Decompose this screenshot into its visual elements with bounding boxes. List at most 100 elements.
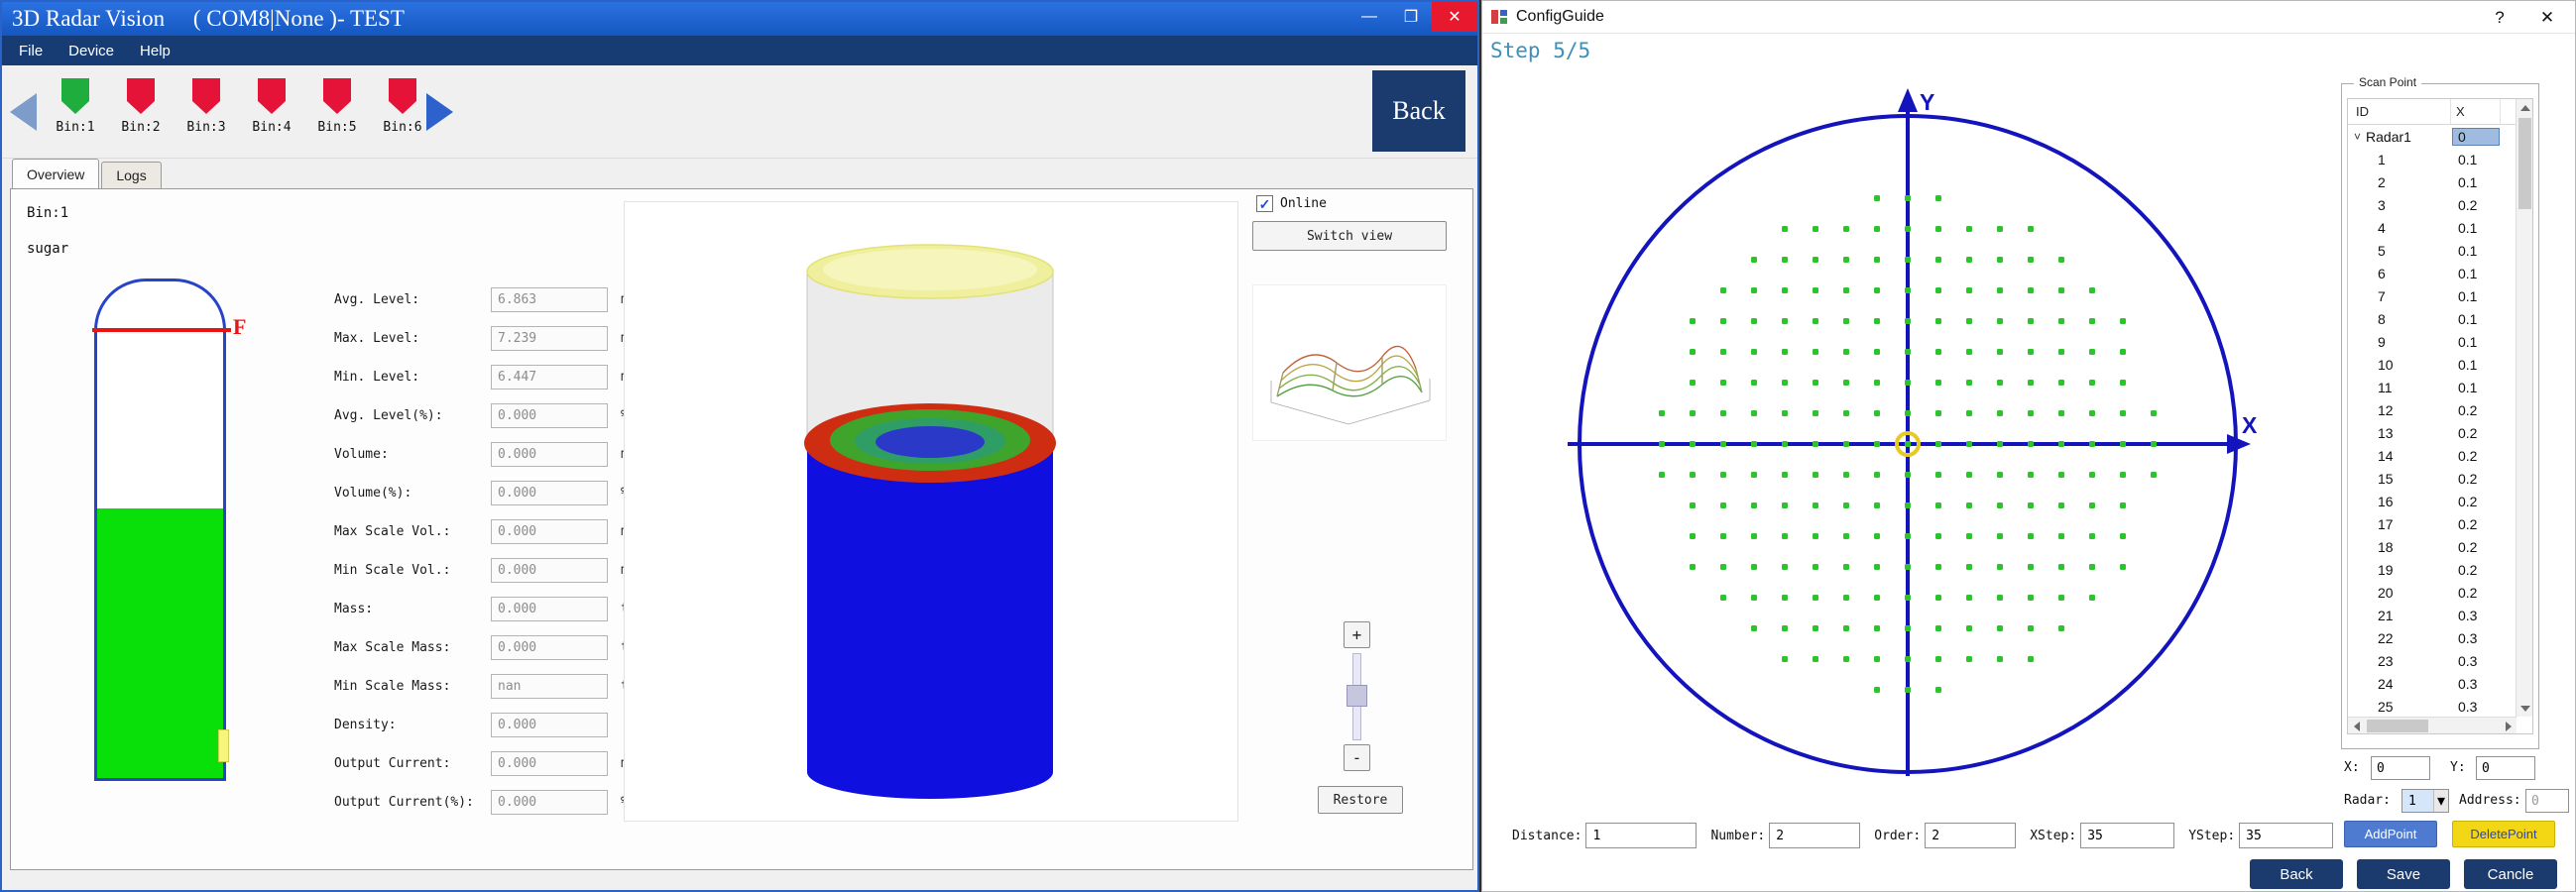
scan-row[interactable]: 150.2: [2348, 467, 2517, 490]
delete-point-button[interactable]: DeletePoint: [2452, 821, 2555, 847]
bin-button[interactable]: Bin:5: [311, 75, 363, 135]
scan-row[interactable]: 140.2: [2348, 444, 2517, 467]
menu-item-help[interactable]: Help: [127, 36, 183, 65]
bin-button[interactable]: Bin:2: [115, 75, 167, 135]
chevron-down-icon[interactable]: ˅: [2354, 130, 2361, 144]
text-input[interactable]: [1925, 823, 2016, 848]
bin-button[interactable]: Bin:6: [377, 75, 428, 135]
zoom-out-button[interactable]: -: [1344, 744, 1370, 771]
vertical-scrollbar[interactable]: [2516, 99, 2532, 717]
scan-row[interactable]: 120.2: [2348, 398, 2517, 421]
scan-row[interactable]: 40.1: [2348, 216, 2517, 239]
scan-cell-id: 22: [2348, 630, 2453, 646]
scan-row[interactable]: 60.1: [2348, 262, 2517, 284]
text-input[interactable]: [1769, 823, 1860, 848]
scan-cell-x: 0.3: [2453, 699, 2511, 715]
scan-dot: [1813, 226, 1818, 232]
scrollbar-thumb[interactable]: [2367, 720, 2428, 732]
scan-row[interactable]: 200.2: [2348, 581, 2517, 604]
scan-row[interactable]: 10.1: [2348, 148, 2517, 170]
text-input[interactable]: [2239, 823, 2333, 848]
text-input[interactable]: [2080, 823, 2174, 848]
scan-point-group-label: Scan Point: [2354, 75, 2421, 89]
scan-row[interactable]: 100.1: [2348, 353, 2517, 376]
bin-button[interactable]: Bin:1: [50, 75, 101, 135]
scan-dot: [1782, 502, 1788, 508]
scan-row[interactable]: 180.2: [2348, 535, 2517, 558]
field-row: Min. Level:m: [334, 358, 644, 396]
back-button[interactable]: Back: [1372, 70, 1465, 152]
scan-cell-id: 13: [2348, 425, 2453, 441]
radar-select[interactable]: 1 ▾: [2401, 789, 2449, 813]
y-field-input[interactable]: [2476, 756, 2535, 780]
scan-row[interactable]: 130.2: [2348, 421, 2517, 444]
scan-point-table: ID X ˅Radar1010.120.130.240.150.160.170.…: [2347, 98, 2533, 734]
maximize-button[interactable]: ❐: [1390, 2, 1432, 32]
horizontal-scrollbar[interactable]: [2348, 717, 2517, 733]
scan-row[interactable]: 90.1: [2348, 330, 2517, 353]
text-input[interactable]: [1585, 823, 1697, 848]
scan-dot: [1905, 472, 1911, 478]
scan-cell-id: 14: [2348, 448, 2453, 464]
scan-row[interactable]: 210.3: [2348, 604, 2517, 626]
zoom-in-button[interactable]: +: [1344, 621, 1370, 648]
restore-button[interactable]: Restore: [1318, 786, 1403, 814]
scan-row[interactable]: 240.3: [2348, 672, 2517, 695]
scroll-bins-left-icon[interactable]: [10, 93, 37, 131]
scan-row[interactable]: 20.1: [2348, 170, 2517, 193]
save-button[interactable]: Save: [2357, 859, 2450, 889]
scan-cell-x: 0.1: [2453, 311, 2511, 327]
scroll-down-icon[interactable]: [2517, 700, 2533, 717]
scan-row[interactable]: 220.3: [2348, 626, 2517, 649]
scrollbar-thumb[interactable]: [2518, 118, 2531, 209]
bin-label: Bin:5: [317, 120, 356, 135]
scroll-bins-right-icon[interactable]: [426, 93, 453, 131]
scan-row[interactable]: 80.1: [2348, 307, 2517, 330]
scan-row[interactable]: 250.3: [2348, 695, 2517, 717]
minimize-button[interactable]: —: [1348, 2, 1390, 32]
x-field-input[interactable]: [2371, 756, 2430, 780]
scan-dot: [1935, 380, 1941, 386]
column-header-x[interactable]: X: [2451, 99, 2501, 124]
tab-logs[interactable]: Logs: [101, 162, 161, 188]
scan-row[interactable]: 50.1: [2348, 239, 2517, 262]
scan-row-parent[interactable]: ˅Radar10: [2348, 125, 2517, 148]
zoom-slider-thumb[interactable]: [1347, 685, 1367, 707]
menu-bar: FileDeviceHelp: [2, 36, 1477, 65]
column-header-id[interactable]: ID: [2348, 99, 2451, 124]
add-point-button[interactable]: AddPoint: [2344, 821, 2437, 847]
scan-row[interactable]: 170.2: [2348, 512, 2517, 535]
scroll-left-icon[interactable]: [2348, 718, 2365, 734]
scan-row[interactable]: 30.2: [2348, 193, 2517, 216]
tank-level-indicator: F: [94, 279, 253, 794]
scroll-right-icon[interactable]: [2500, 718, 2517, 734]
scroll-up-icon[interactable]: [2517, 99, 2533, 116]
scan-row[interactable]: 160.2: [2348, 490, 2517, 512]
scan-cell-id: 20: [2348, 585, 2453, 601]
online-checkbox[interactable]: ✓ Online: [1256, 195, 1327, 212]
cancle-button[interactable]: Cancle: [2464, 859, 2557, 889]
bin-button[interactable]: Bin:4: [246, 75, 297, 135]
scan-row[interactable]: 70.1: [2348, 284, 2517, 307]
scan-dot: [1813, 502, 1818, 508]
scan-dot: [1935, 257, 1941, 263]
scan-row[interactable]: 110.1: [2348, 376, 2517, 398]
radar-vision-window: 3D Radar Vision ( COM8|None )- TEST — ❐ …: [0, 0, 1479, 892]
tab-overview[interactable]: Overview: [12, 159, 99, 188]
scan-plot-canvas[interactable]: Y X: [1482, 60, 2355, 853]
menu-item-file[interactable]: File: [6, 36, 56, 65]
field-label: Avg. Level(%):: [334, 408, 491, 423]
menu-item-device[interactable]: Device: [56, 36, 127, 65]
help-button[interactable]: ?: [2478, 1, 2521, 34]
form-field: YStep:: [2188, 823, 2333, 848]
scan-row[interactable]: 190.2: [2348, 558, 2517, 581]
bin-button[interactable]: Bin:3: [180, 75, 232, 135]
scan-dot: [1720, 349, 1726, 355]
scan-row[interactable]: 230.3: [2348, 649, 2517, 672]
scan-dot: [1782, 564, 1788, 570]
switch-view-button[interactable]: Switch view: [1252, 221, 1447, 251]
field-row: Output Current:mA: [334, 744, 644, 783]
back-button[interactable]: Back: [2250, 859, 2343, 889]
close-button[interactable]: ✕: [1432, 2, 1477, 32]
dialog-close-button[interactable]: ✕: [2525, 1, 2569, 34]
